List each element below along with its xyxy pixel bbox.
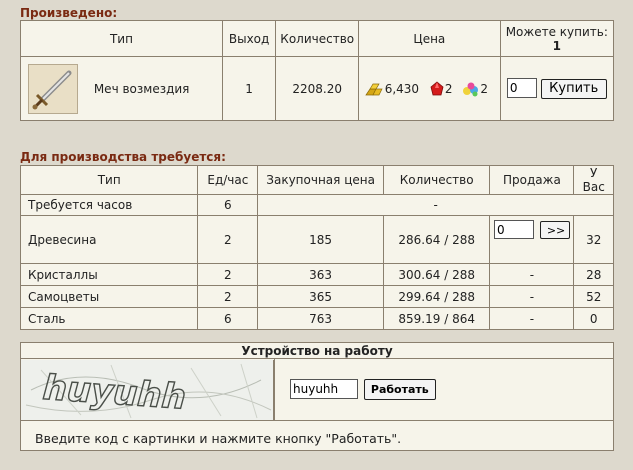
header-can-buy: Можете купить: 1 — [499, 20, 615, 57]
produced-price: 6,430 2 2 — [358, 56, 501, 121]
captcha-image: huyuhh — [21, 359, 274, 420]
buy-cell: Купить — [499, 56, 615, 121]
table-row: Сталь 6 763 859.19 / 864 - 0 — [19, 307, 614, 330]
buy-quantity-input[interactable] — [506, 78, 537, 99]
row-per-hour: 2 — [197, 263, 259, 286]
row-quantity: 859.19 / 864 — [382, 307, 491, 330]
req-header-sell: Продажа — [489, 165, 575, 195]
header-price: Цена — [358, 20, 501, 57]
row-sell: - — [489, 285, 575, 308]
produced-item-name: Меч возмездия — [93, 81, 190, 96]
row-per-hour: 2 — [197, 215, 259, 264]
produced-quantity: 2208.20 — [275, 56, 360, 121]
table-row: Самоцветы 2 365 299.64 / 288 - 52 — [19, 285, 614, 308]
row-type: Древесина — [19, 215, 199, 264]
can-buy-value: 1 — [552, 38, 561, 53]
header-output: Выход — [221, 20, 277, 57]
req-header-purchase-price: Закупочная цена — [257, 165, 384, 195]
row-sell: - — [489, 307, 575, 330]
work-title: Устройство на работу — [20, 342, 614, 359]
row-purchase-price: 185 — [257, 215, 384, 264]
row-type: Кристаллы — [19, 263, 199, 286]
captcha-code-input[interactable] — [290, 379, 358, 399]
produced-title: Произведено: — [20, 6, 118, 20]
red-crystal-icon — [430, 80, 444, 95]
buy-button[interactable]: Купить — [540, 78, 607, 99]
row-purchase-price: 363 — [257, 263, 384, 286]
hours-value: 6 — [197, 194, 259, 216]
row-have: 52 — [573, 285, 614, 308]
row-have: 0 — [573, 307, 614, 330]
captcha-cell: huyuhh — [20, 358, 275, 421]
req-header-quantity: Количество — [382, 165, 491, 195]
header-quantity: Количество — [275, 20, 360, 57]
hours-row: Требуется часов 6 - — [19, 194, 614, 216]
work-button[interactable]: Работать — [363, 379, 436, 400]
table-row: Древесина 2 185 286.64 / 288 >> 32 — [19, 215, 614, 264]
price-gems: 2 — [480, 81, 488, 96]
row-per-hour: 2 — [197, 285, 259, 308]
produced-output: 1 — [221, 56, 277, 121]
price-gold: 6,430 — [384, 81, 420, 96]
sell-button[interactable]: >> — [539, 221, 570, 239]
row-quantity: 300.64 / 288 — [382, 263, 491, 286]
header-type: Тип — [20, 20, 223, 57]
row-type: Сталь — [19, 307, 199, 330]
row-purchase-price: 365 — [257, 285, 384, 308]
row-purchase-price: 763 — [257, 307, 384, 330]
sword-icon — [28, 63, 78, 114]
code-cell: Работать — [274, 358, 614, 421]
required-header-row: Тип Ед/час Закупочная цена Количество Пр… — [19, 165, 614, 195]
hours-rest: - — [257, 194, 614, 216]
row-have: 32 — [573, 215, 614, 264]
sell-cell: >> — [489, 215, 575, 264]
row-per-hour: 6 — [197, 307, 259, 330]
work-panel: Устройство на работу huyuhh Работать Вве… — [20, 342, 614, 451]
work-instruction: Введите код с картинки и нажмите кнопку … — [20, 420, 614, 451]
row-type: Самоцветы — [19, 285, 199, 308]
row-have: 28 — [573, 263, 614, 286]
gold-bars-icon — [365, 83, 383, 95]
required-title: Для производства требуется: — [20, 150, 226, 164]
req-header-type: Тип — [19, 165, 199, 195]
sell-quantity-input[interactable] — [494, 220, 534, 239]
produced-table: Тип Выход Количество Цена Можете купить:… — [20, 20, 615, 121]
row-sell: - — [489, 263, 575, 286]
price-crystal: 2 — [444, 81, 453, 96]
table-row: Кристаллы 2 363 300.64 / 288 - 28 — [19, 263, 614, 286]
row-quantity: 299.64 / 288 — [382, 285, 491, 308]
required-table: Тип Ед/час Закупочная цена Количество Пр… — [19, 165, 614, 330]
produced-item-cell: Меч возмездия — [20, 56, 223, 121]
hours-label: Требуется часов — [19, 194, 199, 216]
gems-icon — [463, 82, 479, 96]
produced-row: Меч возмездия 1 2208.20 6,430 2 2 Купит — [20, 56, 615, 121]
row-quantity: 286.64 / 288 — [382, 215, 491, 264]
req-header-have: У Вас — [573, 165, 614, 195]
can-buy-label: Можете купить: — [505, 24, 608, 39]
req-header-per-hour: Ед/час — [197, 165, 259, 195]
